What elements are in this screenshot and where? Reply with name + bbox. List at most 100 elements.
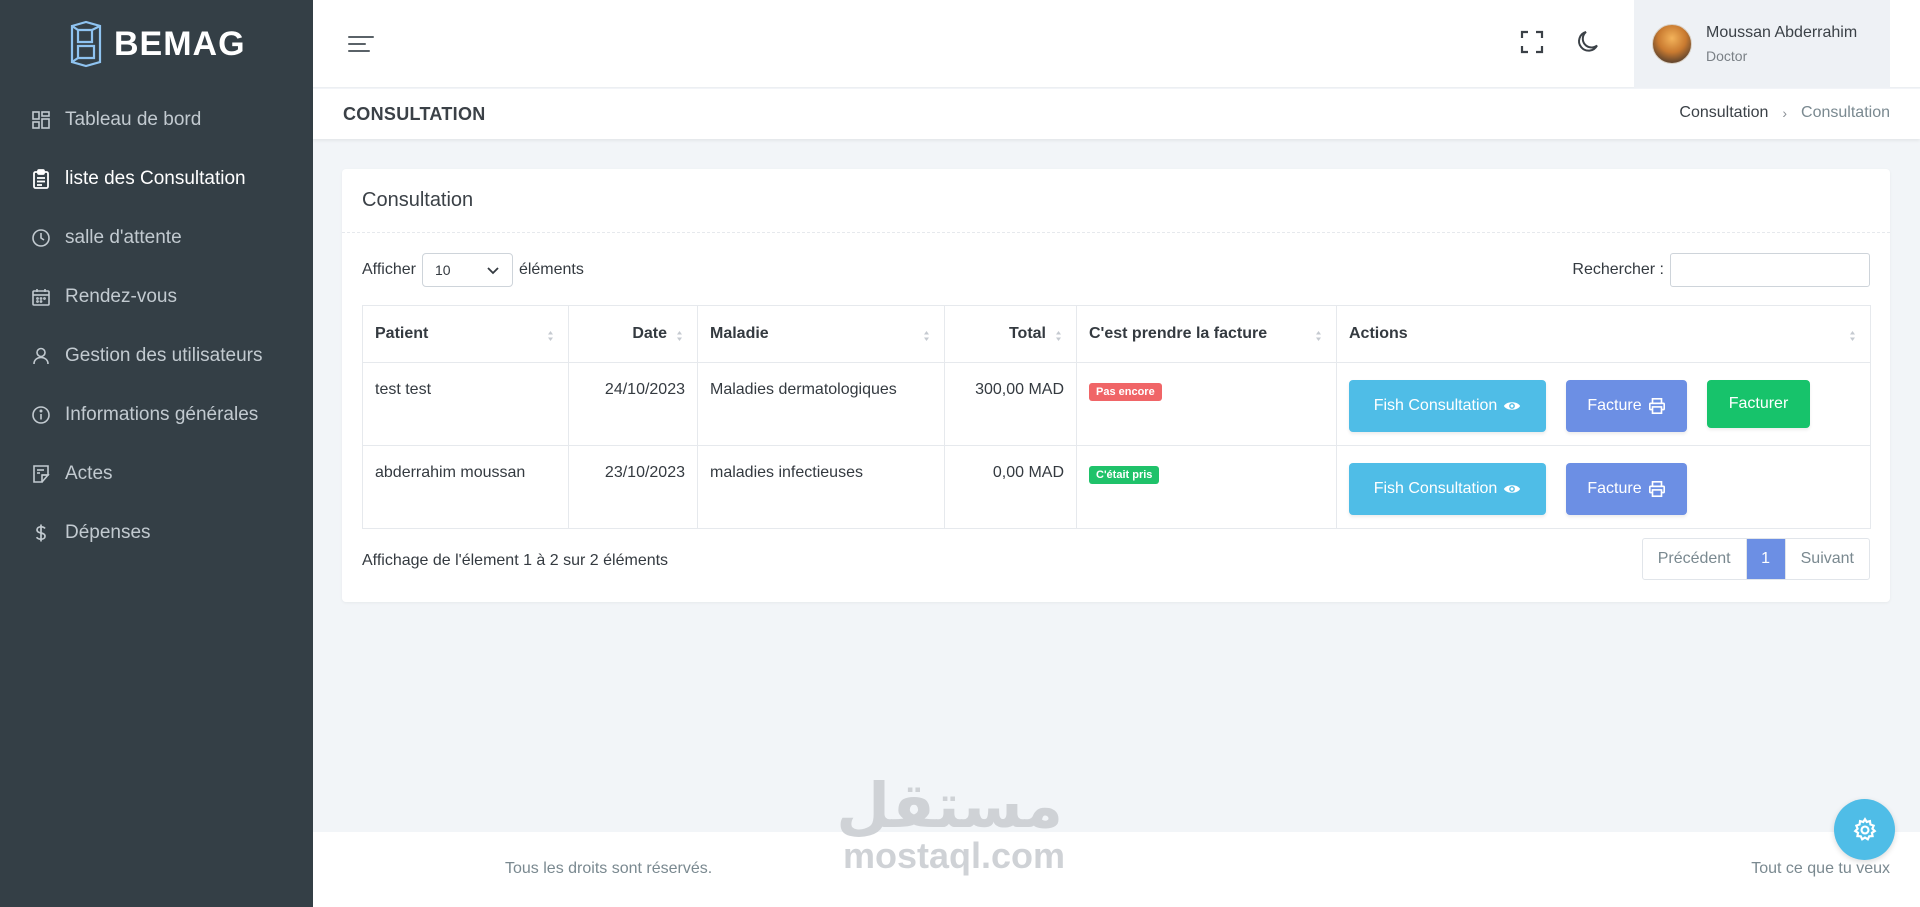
eye-icon — [1504, 485, 1521, 493]
user-role: Doctor — [1706, 48, 1748, 64]
button-label: Facture — [1587, 480, 1642, 497]
dashboard-icon — [30, 109, 52, 131]
chevron-right-icon: › — [1782, 105, 1788, 121]
footer: مستقل mostaql.com Tous les droits sont r… — [313, 774, 1920, 907]
table-info: Affichage de l'élement 1 à 2 sur 2 éléme… — [362, 552, 669, 569]
sidebar-item-label: Actes — [65, 462, 113, 484]
sort-icon — [1850, 331, 1855, 341]
facturer-button[interactable]: Facturer — [1707, 380, 1810, 428]
consultation-card: Consultation Afficher 10 éléments Recher… — [342, 169, 1890, 602]
search-label: Rechercher : — [1572, 261, 1664, 278]
cell-actions: Fish Consultation Facture Facturer — [1336, 362, 1871, 446]
button-label: Fish Consultation — [1373, 397, 1498, 414]
watermark: مستقل mostaql.com — [836, 769, 1065, 874]
card-title: Consultation — [362, 189, 474, 211]
page-title: CONSULTATION — [343, 104, 486, 124]
printer-icon — [1648, 397, 1665, 415]
column-label: C'est prendre la facture — [1089, 325, 1268, 342]
pagination-page[interactable]: 1 — [1745, 539, 1785, 579]
column-header-maladie[interactable]: Maladie — [697, 305, 945, 363]
column-header-patient[interactable]: Patient — [362, 305, 569, 363]
length-prefix: Afficher — [362, 261, 416, 278]
eye-icon — [1504, 402, 1521, 410]
sidebar-item-tableau-de-bord[interactable]: Tableau de bord — [0, 90, 313, 149]
button-label: Facturer — [1728, 395, 1789, 412]
breadcrumb-link[interactable]: Consultation — [1679, 104, 1768, 122]
table-controls: Afficher 10 éléments Rechercher : — [362, 253, 1870, 287]
brand[interactable]: BEMAG — [0, 0, 313, 88]
column-label: Maladie — [710, 325, 769, 342]
sidebar-item-informations-generales[interactable]: Informations générales — [0, 385, 313, 444]
sidebar-item-gestion-des-utilisateurs[interactable]: Gestion des utilisateurs — [0, 326, 313, 385]
brand-name: BEMAG — [114, 24, 246, 63]
consultation-table: Patient Date Maladie Total C'est prendre… — [362, 305, 1871, 529]
sidebar-item-label: Rendez-vous — [65, 285, 177, 307]
breadcrumb: Consultation › Consultation — [1679, 104, 1890, 122]
sidebar-item-rendez-vous[interactable]: Rendez-vous — [0, 267, 313, 326]
button-label: Fish Consultation — [1373, 480, 1498, 497]
column-header-total[interactable]: Total — [944, 305, 1077, 363]
cell-actions: Fish Consultation Facture — [1336, 445, 1871, 529]
search-wrap: Rechercher : — [1572, 253, 1870, 287]
sort-icon — [677, 331, 682, 341]
clipboard-icon — [30, 168, 52, 190]
fish-consultation-button[interactable]: Fish Consultation — [1349, 380, 1546, 432]
copyright-text: Tous les droits sont réservés. — [505, 860, 713, 877]
dollar-icon — [30, 522, 52, 544]
sidebar-nav: Tableau de bord liste des Consultation s… — [0, 90, 313, 562]
search-input[interactable] — [1670, 253, 1870, 287]
watermark-arabic: مستقل — [836, 769, 1063, 842]
pagination-previous[interactable]: Précédent — [1643, 539, 1746, 579]
sidebar-item-depenses[interactable]: Dépenses — [0, 503, 313, 562]
printer-icon — [1648, 480, 1665, 498]
facture-print-button[interactable]: Facture — [1566, 463, 1687, 515]
column-label: Total — [1008, 325, 1046, 342]
cell-patient: abderrahim moussan — [362, 445, 569, 529]
user-name: Moussan Abderrahim — [1706, 24, 1858, 41]
avatar — [1652, 24, 1692, 64]
cell-total: 0,00 MAD — [944, 445, 1077, 529]
table-row: test test 24/10/2023 Maladies dermatolog… — [362, 362, 1871, 446]
status-badge: C'était pris — [1089, 466, 1160, 484]
footer-tagline: Tout ce que tu veux — [1751, 860, 1890, 877]
topbar: Moussan Abderrahim Doctor — [313, 0, 1920, 88]
sidebar-item-actes[interactable]: Actes — [0, 444, 313, 503]
settings-button[interactable] — [1834, 799, 1895, 860]
user-icon — [30, 345, 52, 367]
dark-mode-moon-icon[interactable] — [1575, 28, 1603, 56]
sidebar-item-liste-des-consultation[interactable]: liste des Consultation — [0, 149, 313, 208]
sidebar-item-label: Gestion des utilisateurs — [65, 344, 263, 366]
menu-toggle-icon[interactable] — [347, 30, 375, 58]
pagination-next[interactable]: Suivant — [1784, 539, 1869, 579]
sidebar-item-label: Dépenses — [65, 521, 151, 543]
cell-total: 300,00 MAD — [944, 362, 1077, 446]
pagination: Précédent 1 Suivant — [1641, 538, 1870, 580]
length-suffix: éléments — [518, 261, 584, 278]
cell-date: 23/10/2023 — [568, 445, 698, 529]
table-row: abderrahim moussan 23/10/2023 maladies i… — [362, 445, 1871, 529]
column-label: Patient — [375, 325, 429, 342]
cell-maladie: maladies infectieuses — [697, 445, 945, 529]
sidebar-item-label: liste des Consultation — [65, 167, 246, 189]
fullscreen-icon[interactable] — [1518, 28, 1546, 56]
cell-patient: test test — [362, 362, 569, 446]
user-menu[interactable]: Moussan Abderrahim Doctor — [1634, 0, 1890, 88]
column-header-actions[interactable]: Actions — [1336, 305, 1871, 363]
sidebar-item-salle-d-attente[interactable]: salle d'attente — [0, 208, 313, 267]
cell-status: Pas encore — [1076, 362, 1337, 446]
sidebar-item-label: salle d'attente — [65, 226, 182, 248]
column-header-facture-status[interactable]: C'est prendre la facture — [1076, 305, 1337, 363]
status-badge: Pas encore — [1089, 383, 1162, 401]
page-length-select[interactable]: 10 — [421, 253, 513, 287]
breadcrumb-current: Consultation — [1801, 104, 1890, 121]
chevron-down-icon — [487, 267, 499, 275]
info-icon — [30, 404, 52, 426]
cell-status: C'était pris — [1076, 445, 1337, 529]
fish-consultation-button[interactable]: Fish Consultation — [1349, 463, 1546, 515]
sort-icon — [1316, 331, 1321, 341]
sidebar-item-label: Informations générales — [65, 403, 259, 425]
facture-print-button[interactable]: Facture — [1566, 380, 1687, 432]
column-header-date[interactable]: Date — [568, 305, 698, 363]
page-length-value: 10 — [434, 262, 451, 278]
column-label: Date — [632, 325, 667, 342]
